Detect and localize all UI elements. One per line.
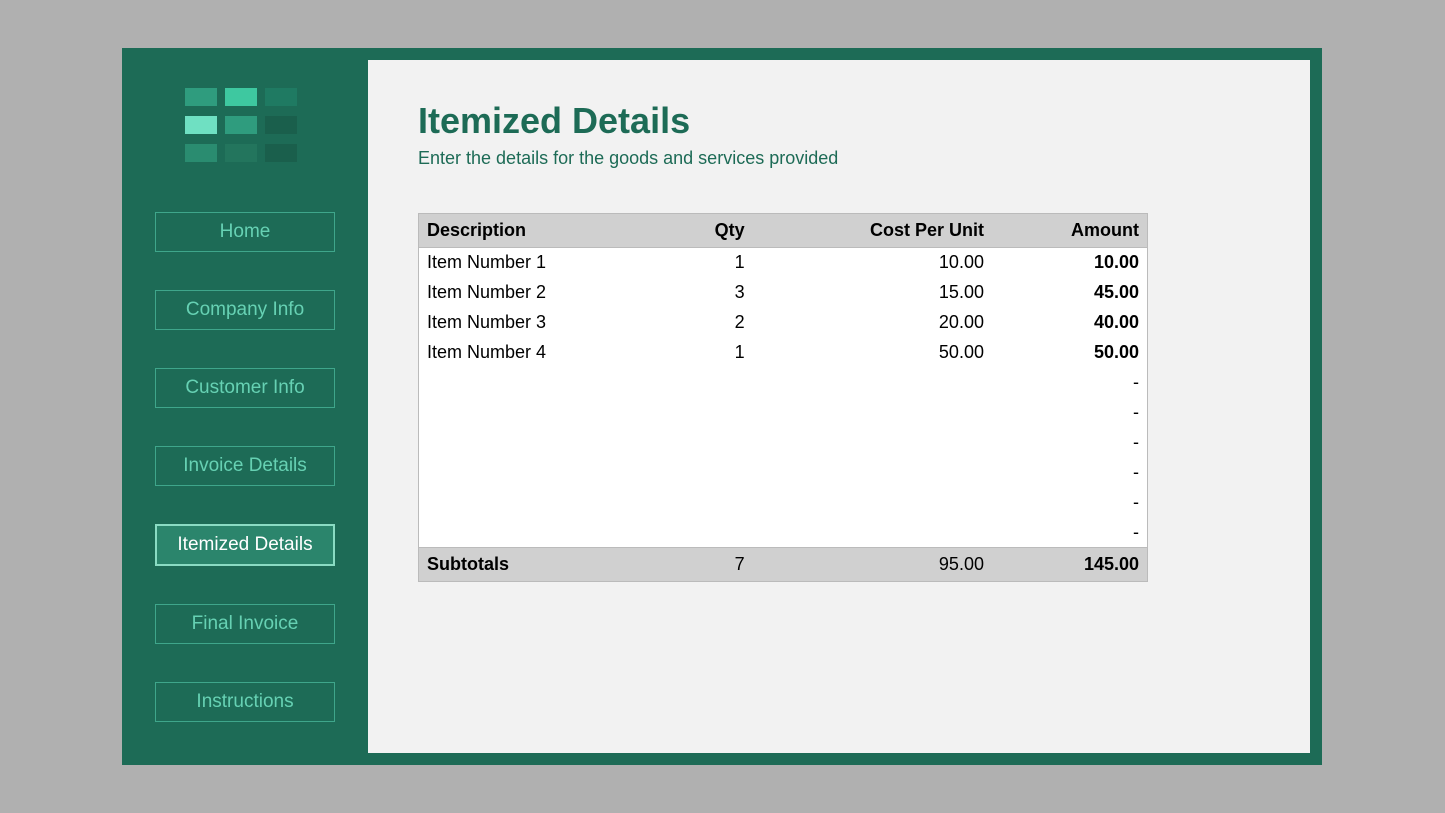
- table-row: -: [419, 458, 1148, 488]
- nav-item-invoice-details[interactable]: Invoice Details: [155, 446, 335, 486]
- subtotal-qty: 7: [668, 548, 753, 582]
- cell-description[interactable]: [419, 458, 668, 488]
- nav-item-company-info[interactable]: Company Info: [155, 290, 335, 330]
- nav-item-final-invoice[interactable]: Final Invoice: [155, 604, 335, 644]
- cell-cost-per-unit[interactable]: [753, 518, 992, 548]
- logo-icon: [185, 88, 305, 172]
- cell-qty[interactable]: 1: [668, 338, 753, 368]
- cell-description[interactable]: Item Number 1: [419, 248, 668, 278]
- header-cost-per-unit: Cost Per Unit: [753, 214, 992, 248]
- header-description: Description: [419, 214, 668, 248]
- cell-qty[interactable]: [668, 518, 753, 548]
- cell-amount: -: [992, 488, 1148, 518]
- logo-cell: [225, 144, 257, 162]
- cell-qty[interactable]: [668, 428, 753, 458]
- logo-cell: [185, 116, 217, 134]
- cell-amount: -: [992, 518, 1148, 548]
- cell-amount: -: [992, 368, 1148, 398]
- cell-amount: 45.00: [992, 278, 1148, 308]
- logo-row: [185, 144, 305, 162]
- cell-description[interactable]: [419, 428, 668, 458]
- table-row: Item Number 2315.0045.00: [419, 278, 1148, 308]
- cell-qty[interactable]: [668, 458, 753, 488]
- content-area: Itemized Details Enter the details for t…: [368, 60, 1310, 753]
- nav: Home Company Info Customer Info Invoice Det…: [155, 212, 335, 722]
- logo-cell: [225, 88, 257, 106]
- cell-description[interactable]: [419, 488, 668, 518]
- subtotal-amount: 145.00: [992, 548, 1148, 582]
- cell-cost-per-unit[interactable]: [753, 398, 992, 428]
- cell-cost-per-unit[interactable]: 15.00: [753, 278, 992, 308]
- cell-qty[interactable]: 2: [668, 308, 753, 338]
- cell-amount: -: [992, 428, 1148, 458]
- cell-cost-per-unit[interactable]: [753, 488, 992, 518]
- cell-qty[interactable]: 1: [668, 248, 753, 278]
- cell-cost-per-unit[interactable]: 20.00: [753, 308, 992, 338]
- cell-amount: 10.00: [992, 248, 1148, 278]
- subtotal-label: Subtotals: [419, 548, 668, 582]
- cell-description[interactable]: Item Number 2: [419, 278, 668, 308]
- cell-cost-per-unit[interactable]: [753, 428, 992, 458]
- cell-description[interactable]: [419, 368, 668, 398]
- table-row: -: [419, 368, 1148, 398]
- subtotal-row: Subtotals 7 95.00 145.00: [419, 548, 1148, 582]
- table-row: -: [419, 428, 1148, 458]
- logo-cell: [265, 116, 297, 134]
- app-frame: Home Company Info Customer Info Invoice Det…: [122, 48, 1322, 765]
- logo-cell: [185, 88, 217, 106]
- page-title: Itemized Details: [418, 100, 1260, 142]
- logo-row: [185, 88, 305, 106]
- cell-amount: -: [992, 458, 1148, 488]
- cell-cost-per-unit[interactable]: 10.00: [753, 248, 992, 278]
- cell-amount: -: [992, 398, 1148, 428]
- cell-cost-per-unit[interactable]: [753, 368, 992, 398]
- cell-description[interactable]: Item Number 4: [419, 338, 668, 368]
- table-row: -: [419, 518, 1148, 548]
- cell-qty[interactable]: [668, 398, 753, 428]
- table-row: Item Number 3220.0040.00: [419, 308, 1148, 338]
- header-qty: Qty: [668, 214, 753, 248]
- sidebar: Home Company Info Customer Info Invoice Det…: [122, 48, 368, 765]
- cell-cost-per-unit[interactable]: 50.00: [753, 338, 992, 368]
- subtotal-cost-per-unit: 95.00: [753, 548, 992, 582]
- table-header-row: Description Qty Cost Per Unit Amount: [419, 214, 1148, 248]
- logo-cell: [265, 88, 297, 106]
- header-amount: Amount: [992, 214, 1148, 248]
- table-row: -: [419, 488, 1148, 518]
- cell-qty[interactable]: [668, 368, 753, 398]
- logo-cell: [265, 144, 297, 162]
- page-subtitle: Enter the details for the goods and serv…: [418, 148, 1260, 169]
- nav-item-itemized-details[interactable]: Itemized Details: [155, 524, 335, 566]
- logo-row: [185, 116, 305, 134]
- cell-cost-per-unit[interactable]: [753, 458, 992, 488]
- cell-description[interactable]: [419, 518, 668, 548]
- nav-item-customer-info[interactable]: Customer Info: [155, 368, 335, 408]
- table-row: Item Number 4150.0050.00: [419, 338, 1148, 368]
- cell-amount: 50.00: [992, 338, 1148, 368]
- logo-cell: [185, 144, 217, 162]
- nav-item-home[interactable]: Home: [155, 212, 335, 252]
- cell-description[interactable]: Item Number 3: [419, 308, 668, 338]
- cell-description[interactable]: [419, 398, 668, 428]
- table-row: -: [419, 398, 1148, 428]
- cell-amount: 40.00: [992, 308, 1148, 338]
- table-row: Item Number 1110.0010.00: [419, 248, 1148, 278]
- cell-qty[interactable]: 3: [668, 278, 753, 308]
- logo-cell: [225, 116, 257, 134]
- cell-qty[interactable]: [668, 488, 753, 518]
- items-table: Description Qty Cost Per Unit Amount Ite…: [418, 213, 1148, 582]
- nav-item-instructions[interactable]: Instructions: [155, 682, 335, 722]
